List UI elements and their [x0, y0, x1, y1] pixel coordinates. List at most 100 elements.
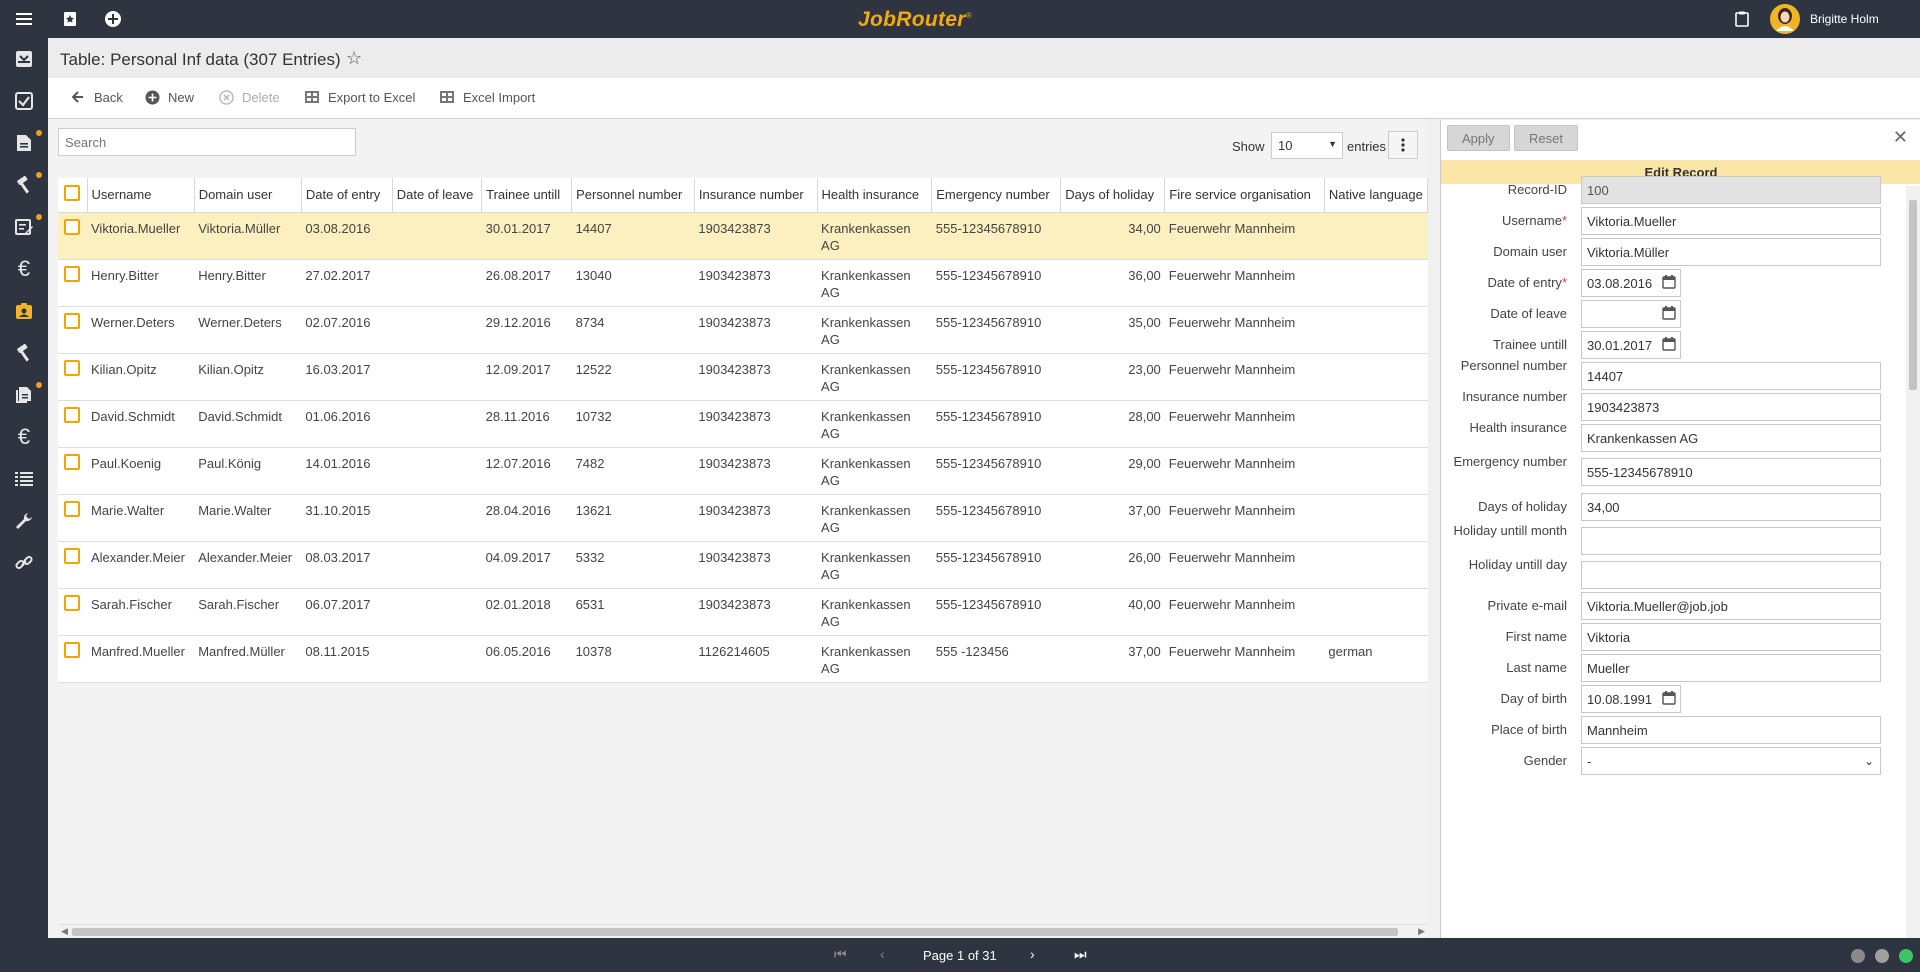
last-page-icon[interactable]: ⏭ — [1074, 946, 1087, 963]
col-header-date-of-entry[interactable]: Date of entry — [301, 178, 393, 213]
col-header-domain-user[interactable]: Domain user — [194, 178, 302, 213]
table-cell — [392, 353, 482, 401]
sidebar-wrench-icon[interactable] — [0, 500, 48, 542]
trainee-untill-field[interactable]: 30.01.2017 — [1581, 331, 1681, 359]
insurance-number-field[interactable]: 1903423873 — [1581, 393, 1881, 421]
row-checkbox[interactable] — [64, 406, 80, 423]
sidebar-euro-icon[interactable]: € — [0, 248, 48, 290]
calendar-icon[interactable] — [1662, 337, 1676, 354]
table-cell: Feuerwehr Mannheim — [1164, 400, 1325, 448]
first-name-field[interactable]: Viktoria — [1581, 623, 1881, 651]
col-header-trainee-untill[interactable]: Trainee untill — [481, 178, 573, 213]
col-header-fire-service[interactable]: Fire service organisation — [1164, 178, 1325, 213]
scrollbar-thumb[interactable] — [72, 928, 1398, 936]
user-menu[interactable]: Brigitte Holm — [1770, 0, 1920, 38]
row-checkbox[interactable] — [64, 218, 80, 235]
days-of-holiday-field[interactable]: 34,00 — [1581, 493, 1881, 521]
horizontal-scrollbar[interactable]: ◀ ▶ — [58, 924, 1428, 938]
close-icon[interactable]: ✕ — [1893, 127, 1908, 148]
table-row[interactable]: Manfred.Mueller Manfred.Müller 08.11.2015 0… — [58, 635, 1428, 683]
username-field[interactable]: Viktoria.Mueller — [1581, 207, 1881, 235]
row-checkbox[interactable] — [64, 359, 80, 376]
col-header-date-of-leave[interactable]: Date of leave — [392, 178, 483, 213]
gender-field[interactable]: - ⌄ — [1581, 747, 1881, 775]
apply-button[interactable]: Apply — [1447, 125, 1510, 151]
calendar-icon[interactable] — [1662, 275, 1676, 292]
scrollbar-thumb[interactable] — [1909, 200, 1917, 390]
personnel-number-field[interactable]: 14407 — [1581, 362, 1881, 390]
row-checkbox[interactable] — [64, 453, 80, 470]
sidebar-list-icon[interactable] — [0, 458, 48, 500]
export-excel-button[interactable]: Export to Excel — [304, 89, 415, 105]
delete-button[interactable]: Delete — [218, 89, 280, 105]
table-row[interactable]: Paul.Koenig Paul.König 14.01.2016 12.07.201… — [58, 447, 1428, 495]
emergency-number-field[interactable]: 555-12345678910 — [1581, 458, 1881, 486]
health-insurance-field[interactable]: Krankenkassen AG — [1581, 424, 1881, 452]
first-page-icon[interactable]: ⏮ — [834, 946, 847, 963]
col-header-health-insurance[interactable]: Health insurance — [817, 178, 933, 213]
sidebar-tasks-check-icon[interactable] — [0, 80, 48, 122]
col-header-emergency-number[interactable]: Emergency number — [931, 178, 1062, 213]
date-of-leave-field[interactable] — [1581, 300, 1681, 328]
column-options-button[interactable] — [1388, 131, 1418, 159]
calendar-icon[interactable] — [1662, 691, 1676, 708]
table-row[interactable]: Sarah.Fischer Sarah.Fischer 06.07.2017 02.0… — [58, 588, 1428, 636]
scroll-left-icon[interactable]: ◀ — [61, 926, 68, 937]
table-cell: 06.07.2017 — [301, 588, 393, 636]
sidebar-edit-form-icon[interactable] — [0, 206, 48, 248]
vertical-scrollbar[interactable] — [1906, 186, 1920, 938]
place-of-birth-field[interactable]: Mannheim — [1581, 716, 1881, 744]
new-button[interactable]: New — [144, 89, 194, 105]
col-header-insurance-number[interactable]: Insurance number — [694, 178, 818, 213]
holiday-untill-day-field[interactable] — [1581, 561, 1881, 589]
calendar-icon[interactable] — [1662, 306, 1676, 323]
day-of-birth-field[interactable]: 10.08.1991 — [1581, 685, 1681, 713]
table-row[interactable]: Kilian.Opitz Kilian.Opitz 16.03.2017 12.09.… — [58, 353, 1428, 401]
row-checkbox[interactable] — [64, 594, 80, 611]
row-checkbox[interactable] — [64, 500, 80, 517]
search-input[interactable] — [58, 128, 356, 156]
entries-label: entries — [1347, 139, 1387, 154]
page-size-select[interactable]: 10 ▼ — [1271, 132, 1343, 159]
sidebar-inbox-icon[interactable] — [0, 38, 48, 80]
date-of-entry-field[interactable]: 03.08.2016 — [1581, 269, 1681, 297]
prev-page-icon[interactable]: ‹ — [880, 946, 885, 962]
row-checkbox[interactable] — [64, 547, 80, 564]
row-checkbox[interactable] — [64, 641, 80, 658]
table-row[interactable]: Alexander.Meier Alexander.Meier 08.03.2017… — [58, 541, 1428, 589]
status-dot-gray-2 — [1875, 949, 1889, 963]
row-checkbox[interactable] — [64, 265, 80, 282]
row-checkbox[interactable] — [64, 312, 80, 329]
sidebar-documents-icon[interactable] — [0, 374, 48, 416]
last-name-field[interactable]: Mueller — [1581, 654, 1881, 682]
private-e-mail-field[interactable]: Viktoria.Mueller@job.job — [1581, 592, 1881, 620]
excel-import-button[interactable]: Excel Import — [439, 89, 535, 105]
col-header-username[interactable]: Username — [87, 178, 195, 213]
col-header-days-of-holiday[interactable]: Days of holiday — [1060, 178, 1166, 213]
sidebar-document-icon[interactable] — [0, 122, 48, 164]
sidebar-hammer-icon[interactable] — [0, 164, 48, 206]
col-header-native-language[interactable]: Native language — [1324, 178, 1428, 213]
reset-button[interactable]: Reset — [1514, 125, 1578, 151]
sidebar-hammer-icon-2[interactable] — [0, 332, 48, 374]
table-row[interactable]: Marie.Walter Marie.Walter 31.10.2015 28.04.… — [58, 494, 1428, 542]
table-row[interactable]: David.Schmidt David.Schmidt 01.06.2016 28.1… — [58, 400, 1428, 448]
table-row[interactable]: Henry.Bitter Henry.Bitter 27.02.2017 26.08.… — [58, 259, 1428, 307]
favorite-star-icon[interactable]: ☆ — [346, 48, 362, 69]
table-row[interactable]: Werner.Deters Werner.Deters 02.07.2016 29.1… — [58, 306, 1428, 354]
back-button[interactable]: Back — [70, 89, 123, 105]
table-row[interactable]: Viktoria.Mueller Viktoria.Müller 03.08.201… — [58, 212, 1428, 260]
next-page-icon[interactable]: › — [1030, 946, 1035, 962]
clipboard-icon[interactable] — [1723, 0, 1761, 38]
table-cell: Krankenkassen AG — [817, 447, 932, 495]
sidebar-contact-badge-icon[interactable] — [0, 290, 48, 332]
domain-user-field[interactable]: Viktoria.Müller — [1581, 238, 1881, 266]
sidebar-link-icon[interactable] — [0, 542, 48, 584]
table-cell — [1324, 541, 1428, 589]
scroll-right-icon[interactable]: ▶ — [1418, 926, 1425, 937]
select-all-checkbox[interactable] — [64, 185, 80, 202]
col-header-personnel-number[interactable]: Personnel number — [571, 178, 695, 213]
holiday-untill-month-field[interactable] — [1581, 527, 1881, 555]
table-cell: Henry.Bitter — [87, 259, 195, 307]
sidebar-euro-icon-2[interactable]: € — [0, 416, 48, 458]
